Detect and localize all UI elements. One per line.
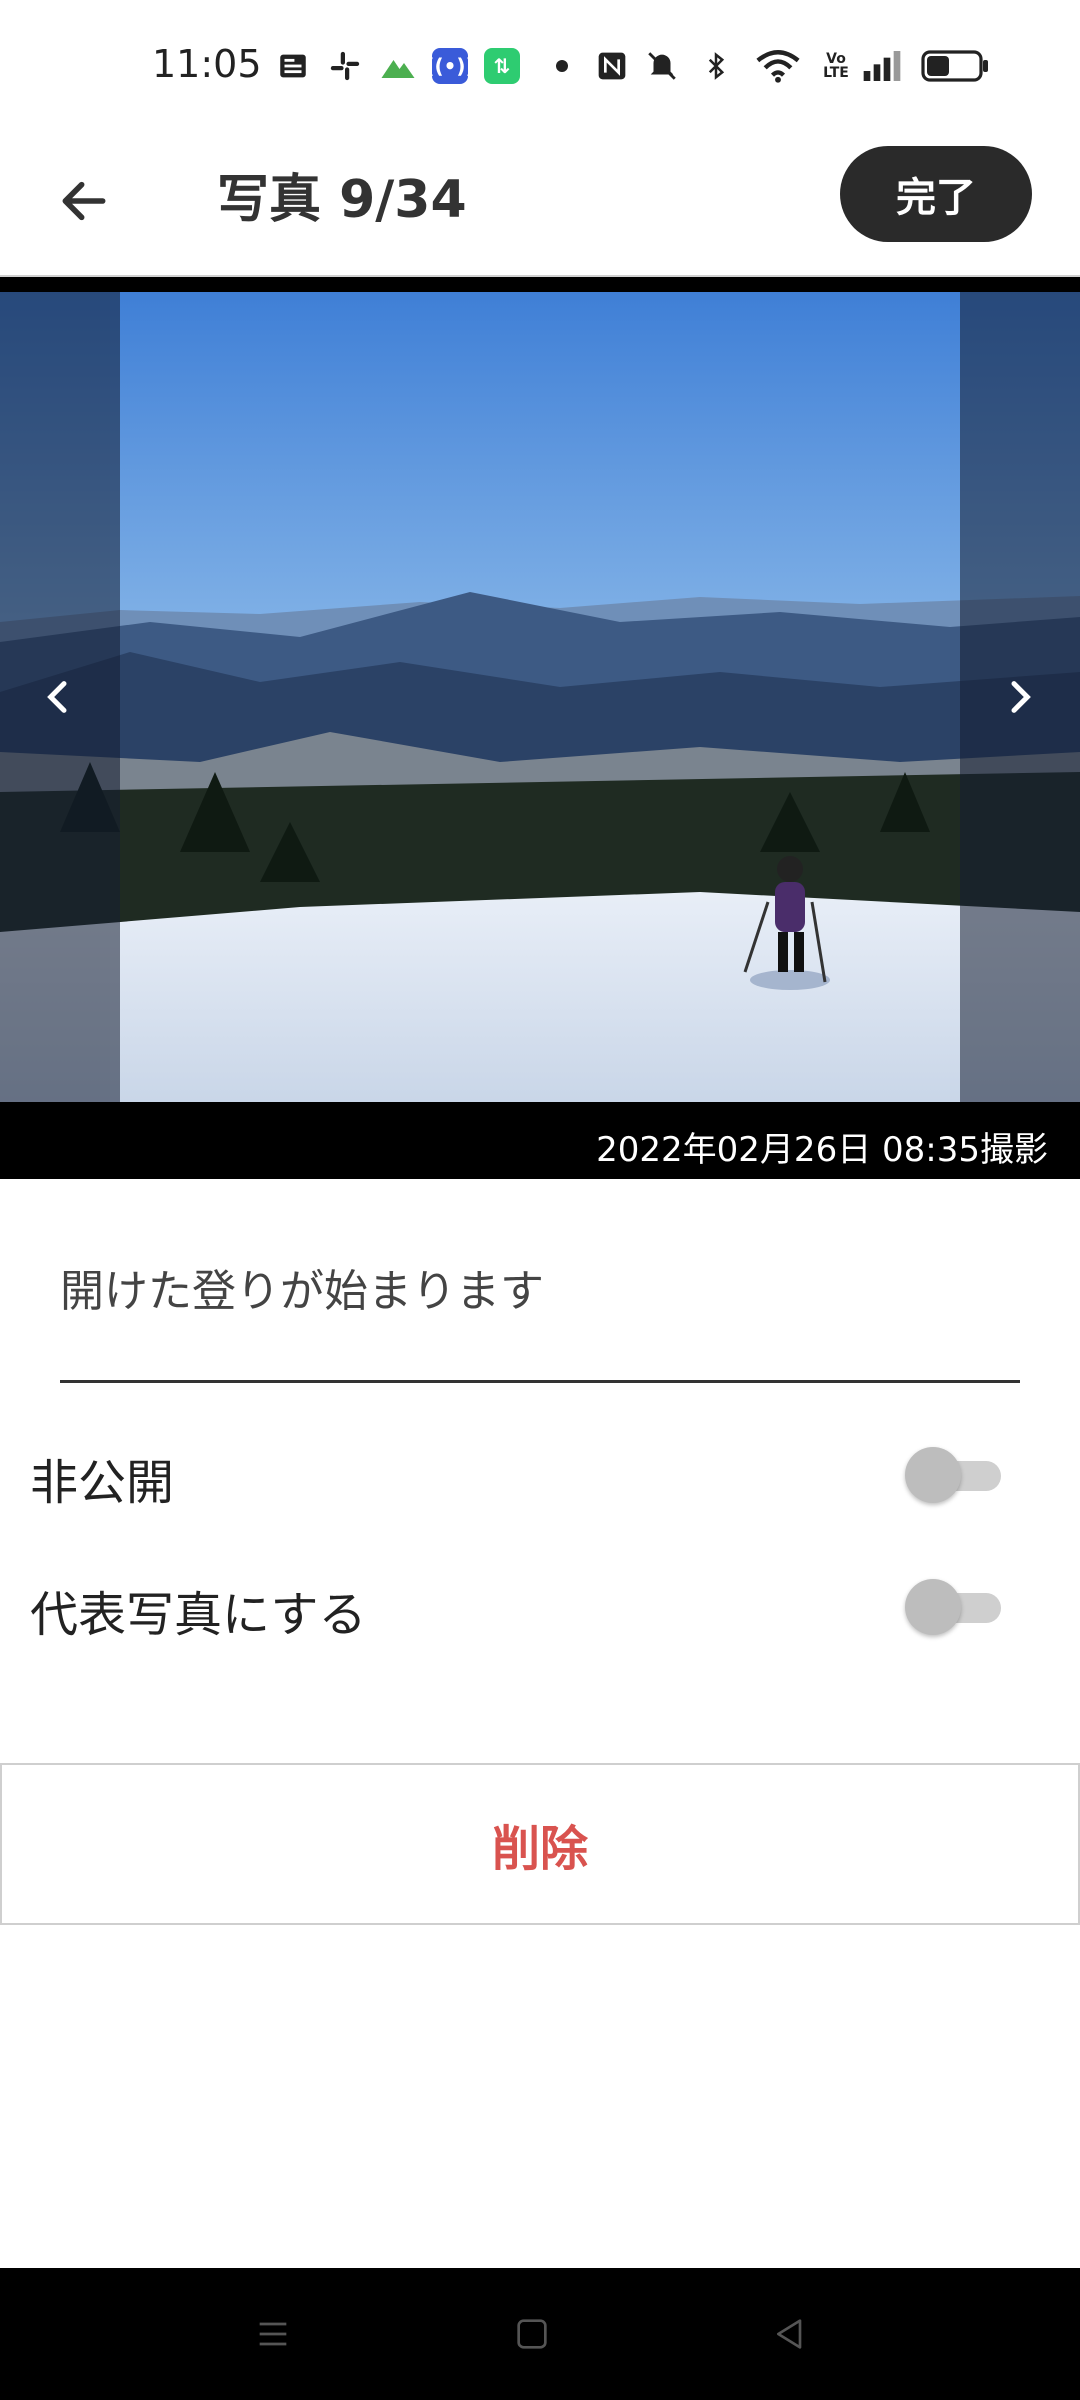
nfc-icon <box>594 48 630 84</box>
photo-taken-date: 2022年02月26日 08:35撮影 <box>596 1130 1048 1170</box>
caption-field[interactable]: 開けた登りが始まります <box>60 1255 544 1319</box>
news-icon <box>275 48 311 84</box>
broadcast-icon: ((•)) <box>425 48 475 84</box>
slack-icon <box>327 48 363 84</box>
home-icon[interactable] <box>502 2304 562 2364</box>
signal-icon <box>860 48 904 84</box>
toggle-knob <box>905 1579 961 1635</box>
next-photo-button[interactable] <box>984 662 1054 732</box>
photo-carousel[interactable] <box>0 292 1080 1102</box>
photo-image <box>0 292 1080 1102</box>
header: 写真 9/34 完了 <box>0 135 1080 275</box>
back-button[interactable] <box>48 165 120 237</box>
status-time: 11:05 <box>152 42 262 86</box>
back-icon[interactable] <box>760 2304 820 2364</box>
private-toggle[interactable] <box>905 1445 1001 1505</box>
delete-button[interactable]: 削除 <box>0 1763 1080 1925</box>
battery-icon <box>920 48 990 84</box>
transfer-icon: ⇅ <box>484 48 520 84</box>
caption-underline <box>60 1380 1020 1383</box>
muted-bell-icon <box>644 48 680 84</box>
page-title: 写真 9/34 <box>217 170 467 230</box>
status-bar: 11:05 ((•)) ⇅ Vo LTE <box>0 0 1080 135</box>
cover-photo-label: 代表写真にする <box>30 1587 367 1643</box>
arrow-left-icon <box>62 181 106 221</box>
toggle-knob <box>905 1447 961 1503</box>
mountain-app-icon <box>380 48 416 84</box>
chevron-right-icon <box>1011 681 1031 713</box>
wifi-icon <box>756 48 800 84</box>
chevron-left-icon <box>47 681 67 713</box>
done-button[interactable]: 完了 <box>840 146 1032 242</box>
menu-icon[interactable] <box>243 2304 303 2364</box>
dot-icon <box>544 48 580 84</box>
system-nav-bar <box>0 2268 1080 2400</box>
private-label: 非公開 <box>30 1455 175 1511</box>
bluetooth-icon <box>698 48 734 84</box>
photo-viewer: 2022年02月26日 08:35撮影 <box>0 277 1080 1179</box>
cover-photo-toggle[interactable] <box>905 1577 1001 1637</box>
prev-photo-button[interactable] <box>24 662 94 732</box>
volte-icon: Vo LTE <box>823 51 849 81</box>
